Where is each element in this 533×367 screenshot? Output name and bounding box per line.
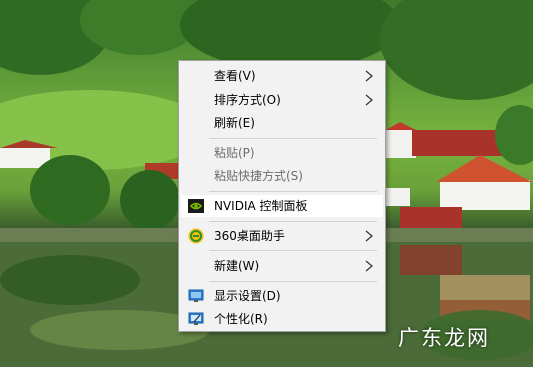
menu-item-360-desktop-assistant[interactable]: 360桌面助手 <box>181 225 383 247</box>
chevron-right-icon <box>365 260 373 272</box>
watermark: 广东龙网 <box>398 326 490 350</box>
menu-item-label: 个性化(R) <box>214 312 268 326</box>
menu-separator <box>209 250 377 251</box>
menu-separator <box>209 191 377 192</box>
menu-item-paste-shortcut[interactable]: 粘贴快捷方式(S) <box>181 165 383 187</box>
menu-item-label: 360桌面助手 <box>214 229 285 243</box>
menu-item-label: 新建(W) <box>214 259 260 273</box>
menu-item-label: 刷新(E) <box>214 116 255 130</box>
personalize-icon <box>188 312 204 325</box>
menu-item-refresh[interactable]: 刷新(E) <box>181 112 383 134</box>
menu-item-label: 显示设置(D) <box>214 289 281 303</box>
360-icon <box>188 228 204 244</box>
nvidia-icon <box>188 199 204 213</box>
desktop-context-menu: 查看(V) 排序方式(O) 刷新(E) 粘贴(P) 粘贴快捷方式(S) NVID… <box>178 60 386 332</box>
menu-item-label: 粘贴快捷方式(S) <box>214 169 303 183</box>
menu-item-label: 排序方式(O) <box>214 93 281 107</box>
chevron-right-icon <box>365 230 373 242</box>
menu-item-personalize[interactable]: 个性化(R) <box>181 308 383 330</box>
menu-item-display-settings[interactable]: 显示设置(D) <box>181 285 383 307</box>
menu-item-view[interactable]: 查看(V) <box>181 65 383 87</box>
desktop-wallpaper[interactable]: 查看(V) 排序方式(O) 刷新(E) 粘贴(P) 粘贴快捷方式(S) NVID… <box>0 0 533 367</box>
menu-item-label: NVIDIA 控制面板 <box>214 199 308 213</box>
menu-separator <box>209 221 377 222</box>
menu-item-paste[interactable]: 粘贴(P) <box>181 142 383 164</box>
menu-item-label: 查看(V) <box>214 69 256 83</box>
menu-item-nvidia-control-panel[interactable]: NVIDIA 控制面板 <box>181 195 383 217</box>
display-icon <box>188 289 204 302</box>
menu-item-label: 粘贴(P) <box>214 146 255 160</box>
menu-separator <box>209 138 377 139</box>
menu-separator <box>209 281 377 282</box>
menu-item-sort[interactable]: 排序方式(O) <box>181 89 383 111</box>
menu-item-new[interactable]: 新建(W) <box>181 255 383 277</box>
chevron-right-icon <box>365 70 373 82</box>
chevron-right-icon <box>365 94 373 106</box>
